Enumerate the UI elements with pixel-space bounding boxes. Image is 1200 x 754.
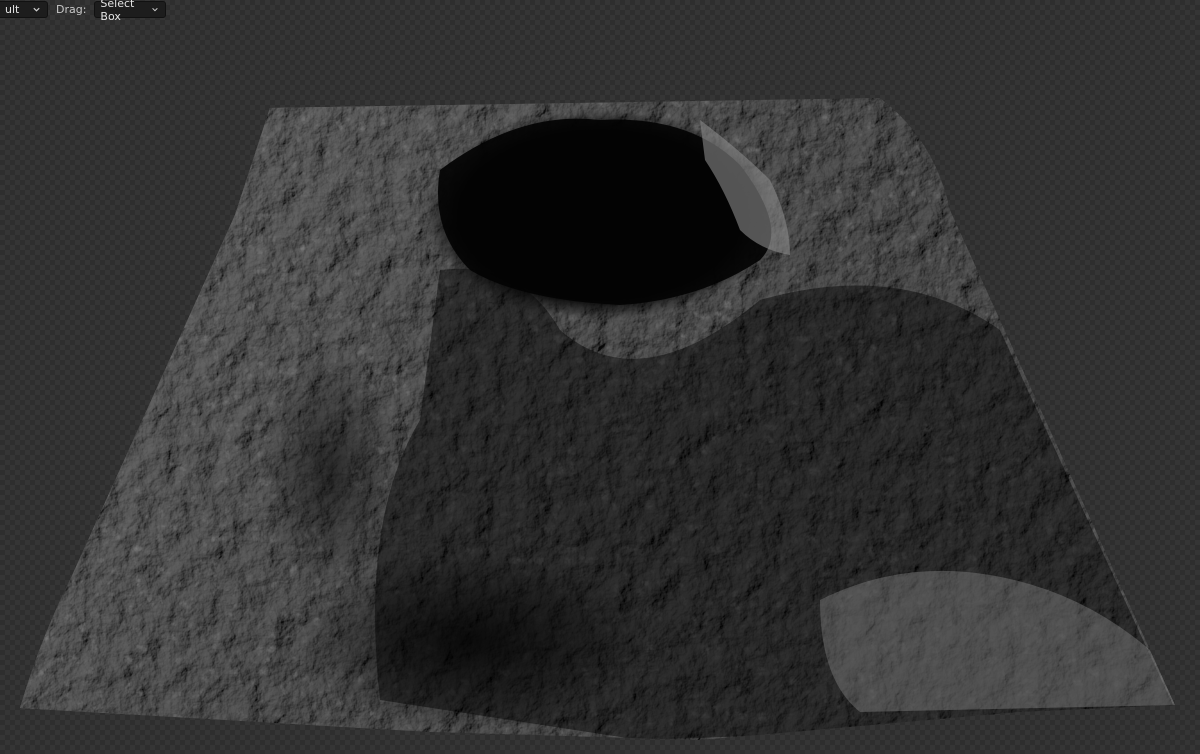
chevron-down-icon (152, 7, 159, 12)
drag-dropdown-value: Select Box (100, 0, 135, 23)
mode-dropdown-value: ult (5, 3, 20, 16)
viewport-header: ult Drag: Select Box (0, 0, 167, 23)
mode-dropdown[interactable]: ult (0, 1, 48, 18)
chevron-down-icon (33, 7, 40, 12)
drag-dropdown[interactable]: Select Box (94, 0, 167, 23)
terrain-mesh (20, 98, 1175, 740)
3d-viewport[interactable]: ult Drag: Select Box (0, 0, 1200, 754)
drag-label: Drag: (56, 3, 87, 16)
